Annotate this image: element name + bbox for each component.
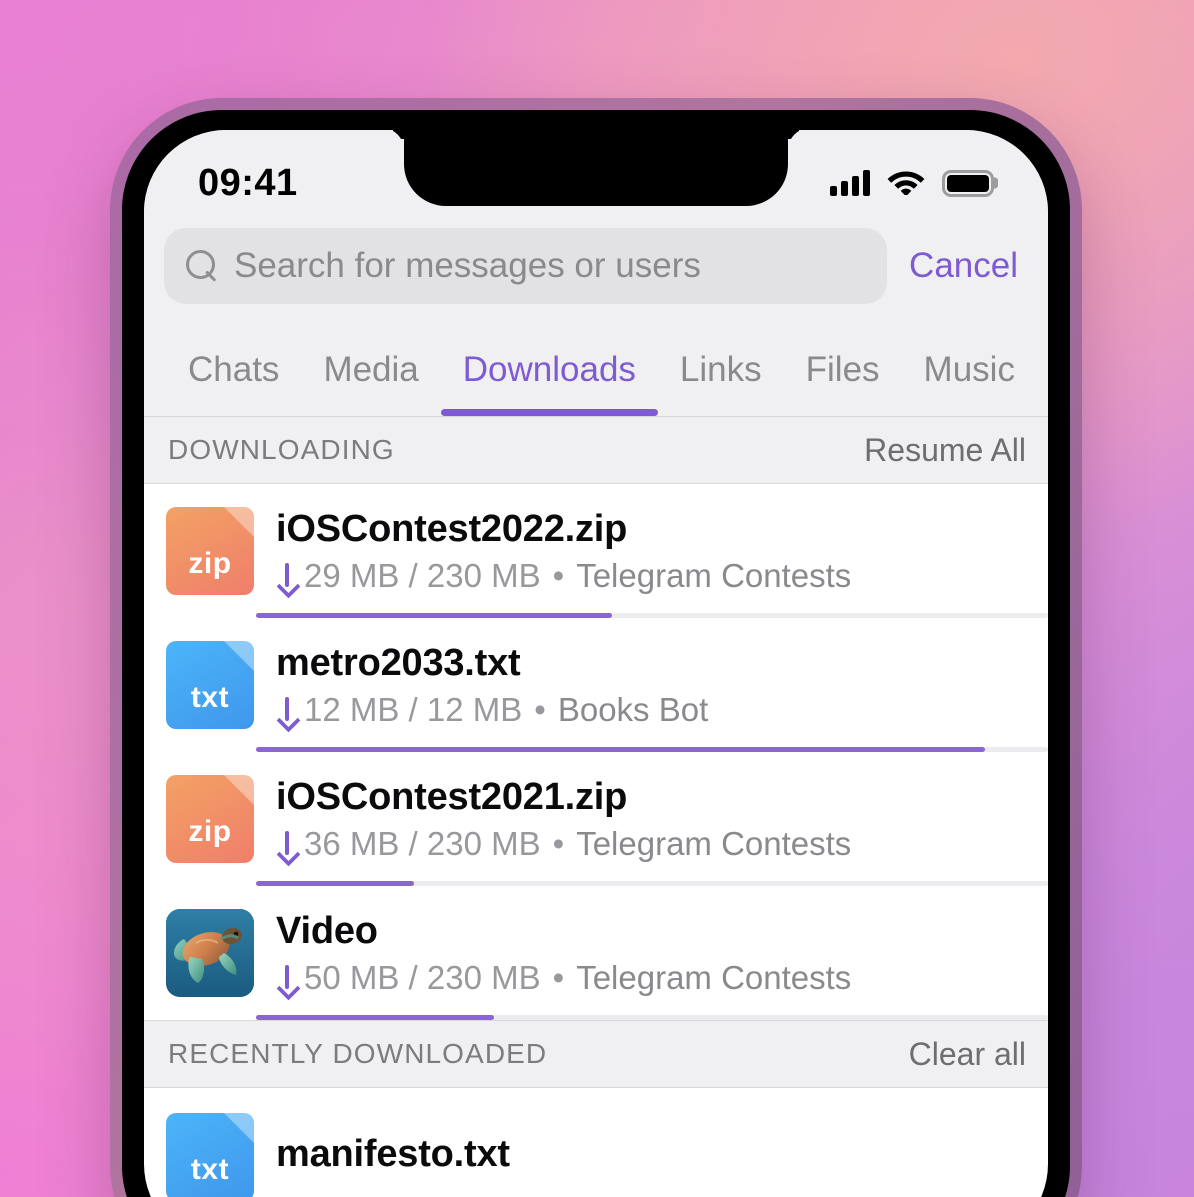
search-row: Search for messages or users Cancel [144, 218, 1048, 320]
file-name: Video [276, 909, 378, 952]
file-thumbnail [166, 909, 254, 997]
file-thumbnail: zip [166, 507, 254, 595]
tab-links[interactable]: Links [658, 350, 784, 416]
zip-file-icon: zip [166, 775, 254, 863]
zip-file-icon: zip [166, 507, 254, 595]
download-source: Telegram Contests [576, 824, 852, 862]
download-arrow-icon [276, 830, 298, 861]
search-input[interactable]: Search for messages or users [164, 228, 888, 304]
wifi-icon [887, 167, 925, 200]
download-meta: metro2033.txt 12 MB / 12 MB • Books Bot [276, 642, 1048, 729]
display-notch [404, 130, 788, 206]
download-row[interactable]: Video 50 MB / 230 MB • Telegram Contests [144, 886, 1048, 1020]
file-icon-label: txt [190, 1153, 230, 1186]
downloaded-size: 29 MB [304, 556, 400, 594]
download-row[interactable]: zip iOSContest2021.zip 36 MB / 230 MB • [144, 752, 1048, 886]
download-row[interactable]: txt metro2033.txt 12 MB / 12 MB • Books … [144, 618, 1048, 752]
total-size: 230 MB [426, 958, 541, 996]
downloaded-size: 12 MB [304, 690, 400, 728]
downloads-list: zip iOSContest2022.zip 29 MB / 230 MB • [144, 484, 1048, 1020]
status-bar-icons [830, 167, 994, 200]
download-subtitle: 29 MB / 230 MB • Telegram Contests [276, 557, 1038, 595]
file-icon-label: zip [188, 547, 232, 580]
file-icon-label: txt [190, 681, 230, 714]
download-subtitle: 50 MB / 230 MB • Telegram Contests [276, 959, 1038, 997]
txt-file-icon: txt [166, 1113, 254, 1197]
download-source: Telegram Contests [576, 556, 852, 594]
download-meta: iOSContest2022.zip 29 MB / 230 MB • Tele… [276, 508, 1048, 595]
recently-downloaded-list: txt manifesto.txt [144, 1088, 1048, 1197]
downloaded-size: 36 MB [304, 824, 400, 862]
download-subtitle: 36 MB / 230 MB • Telegram Contests [276, 825, 1038, 863]
section-title-recently-downloaded: RECENTLY DOWNLOADED [168, 1038, 548, 1069]
file-thumbnail: zip [166, 775, 254, 863]
file-thumbnail: txt [166, 641, 254, 729]
search-placeholder: Search for messages or users [234, 246, 701, 285]
download-arrow-icon [276, 562, 298, 593]
phone-screen: 09:41 Search for messages or users Cance… [144, 130, 1048, 1197]
download-source: Telegram Contests [576, 958, 852, 996]
section-title-downloading: DOWNLOADING [168, 434, 395, 465]
status-bar-clock: 09:41 [198, 161, 298, 204]
download-arrow-icon [276, 696, 298, 727]
wallpaper-background: 09:41 Search for messages or users Cance… [0, 0, 1194, 1197]
cancel-button[interactable]: Cancel [909, 246, 1022, 286]
resume-all-button[interactable]: Resume All [864, 432, 1026, 469]
total-size: 230 MB [426, 556, 541, 594]
total-size: 12 MB [426, 690, 523, 728]
separator-dot: • [534, 690, 546, 728]
total-size: 230 MB [426, 824, 541, 862]
download-subtitle: 12 MB / 12 MB • Books Bot [276, 691, 1038, 729]
file-icon-label: zip [188, 815, 232, 848]
txt-file-icon: txt [166, 641, 254, 729]
download-meta: iOSContest2021.zip 36 MB / 230 MB • Tele… [276, 776, 1048, 863]
separator-dot: • [552, 556, 565, 594]
download-meta: Video 50 MB / 230 MB • Telegram Contests [276, 910, 1048, 997]
download-meta: manifesto.txt [276, 1133, 1048, 1182]
phone-bezel: 09:41 Search for messages or users Cance… [122, 110, 1070, 1197]
progress-fill [256, 1015, 494, 1020]
tab-music[interactable]: Music [902, 350, 1037, 416]
clear-all-button[interactable]: Clear all [909, 1036, 1026, 1073]
section-header-downloading: DOWNLOADING Resume All [144, 416, 1048, 484]
file-name: iOSContest2022.zip [276, 507, 628, 550]
file-name: manifesto.txt [276, 1132, 510, 1175]
download-source: Books Bot [557, 690, 709, 728]
section-header-recently-downloaded: RECENTLY DOWNLOADED Clear all [144, 1020, 1048, 1088]
download-arrow-icon [276, 964, 298, 995]
progress-bar [256, 1015, 1048, 1020]
download-row[interactable]: txt manifesto.txt [144, 1088, 1048, 1197]
file-thumbnail: txt [166, 1113, 254, 1197]
downloaded-size: 50 MB [304, 958, 400, 996]
separator-dot: • [552, 824, 565, 862]
search-tab-bar: Chats Media Downloads Links Files Music [144, 320, 1048, 416]
phone-device-frame: 09:41 Search for messages or users Cance… [110, 98, 1082, 1197]
tab-chats[interactable]: Chats [166, 350, 301, 416]
turtle-thumbnail-icon [166, 909, 254, 997]
file-name: iOSContest2021.zip [276, 775, 628, 818]
search-icon [186, 250, 218, 282]
battery-full-icon [942, 169, 994, 197]
tab-downloads[interactable]: Downloads [440, 350, 659, 416]
separator-dot: • [552, 958, 565, 996]
tab-media[interactable]: Media [301, 350, 440, 416]
download-row[interactable]: zip iOSContest2022.zip 29 MB / 230 MB • [144, 484, 1048, 618]
tab-files[interactable]: Files [784, 350, 902, 416]
file-name: metro2033.txt [276, 641, 521, 684]
cellular-signal-icon [830, 170, 870, 196]
